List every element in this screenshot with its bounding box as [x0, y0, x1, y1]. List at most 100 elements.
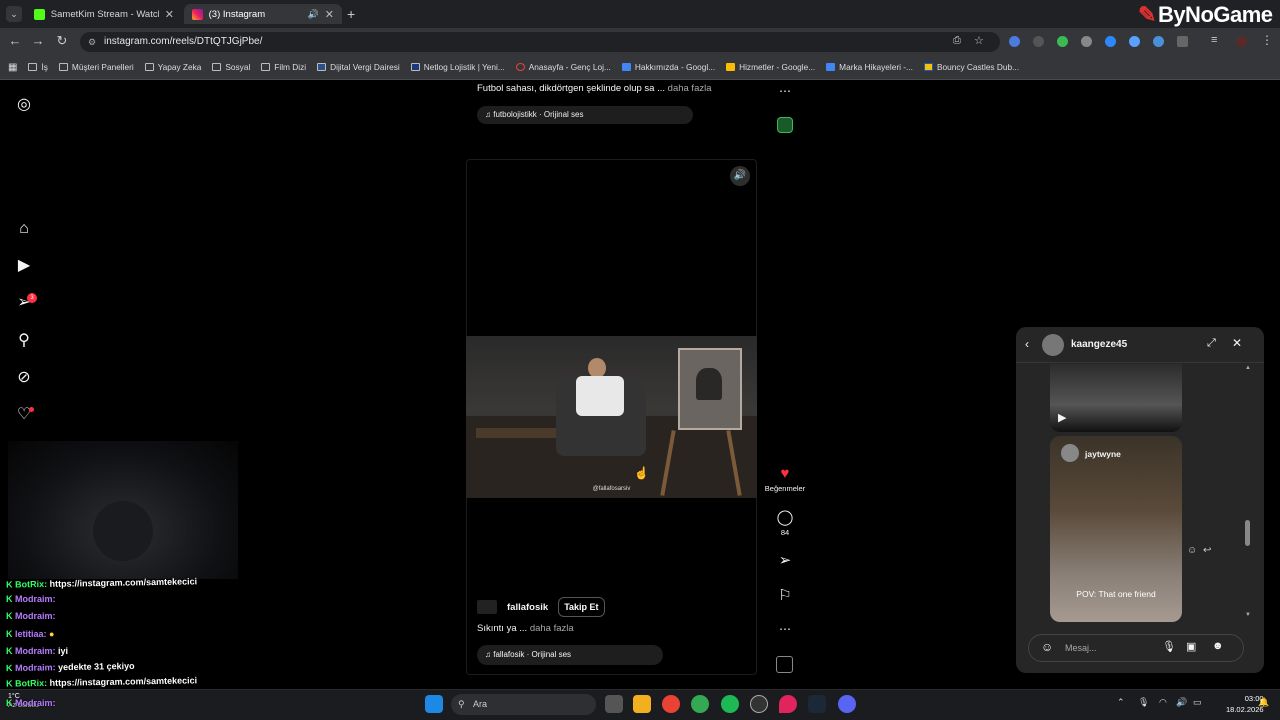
audio-thumbnail[interactable]	[776, 656, 793, 673]
sticker-icon[interactable]: ☻	[1212, 640, 1224, 652]
shield-extension-icon[interactable]	[1057, 36, 1068, 47]
close-icon[interactable]: ✕	[1232, 336, 1242, 350]
instagram-logo-icon[interactable]: ◎	[14, 95, 34, 115]
emoji-icon[interactable]: ☺	[1041, 640, 1053, 654]
extension-icon[interactable]	[1129, 36, 1140, 47]
site-info-icon[interactable]: ⚙	[88, 32, 96, 52]
download-extension-icon[interactable]	[1153, 36, 1164, 47]
task-view-icon[interactable]	[605, 695, 623, 713]
scroll-down-icon[interactable]: ▼	[1245, 612, 1251, 618]
extension-icon[interactable]	[1105, 36, 1116, 47]
speaker-icon[interactable]: 🔊	[308, 9, 319, 20]
close-icon[interactable]: ✕	[325, 8, 334, 21]
url-input[interactable]: ⚙ instagram.com/reels/DTtQTJGjPbe/	[80, 32, 1000, 52]
scroll-up-icon[interactable]: ▲	[1245, 365, 1251, 371]
apps-icon[interactable]: ▦	[8, 62, 17, 73]
back-button[interactable]: ←	[6, 33, 24, 48]
bookmark-link[interactable]: Hizmetler - Google...	[726, 62, 815, 72]
reels-icon[interactable]: ▶	[14, 256, 34, 276]
volume-icon[interactable]: 🔊	[1176, 697, 1187, 708]
tab-title: SametKim Stream - Watch Live	[50, 8, 159, 20]
bookmark-link[interactable]: Anasayfa - Genç Loj...	[515, 62, 611, 72]
emoji-react-icon[interactable]: ☺	[1187, 545, 1197, 556]
reply-icon[interactable]: ↩	[1203, 545, 1211, 556]
new-tab-button[interactable]: +	[347, 6, 355, 22]
home-icon[interactable]: ⌂	[14, 219, 34, 239]
more-link[interactable]: daha fazla	[530, 623, 574, 634]
video-frame[interactable]: @fallafosarsiv	[466, 336, 757, 498]
image-icon[interactable]: ▣	[1186, 640, 1196, 653]
extension-icon[interactable]	[1033, 36, 1044, 47]
bookmark-link[interactable]: Hakkımızda - Googl...	[621, 62, 715, 72]
app-icon[interactable]	[750, 695, 768, 713]
avatar[interactable]	[1042, 334, 1064, 356]
bookmark-link[interactable]: Marka Hikayeleri -...	[826, 62, 913, 72]
audio-thumbnail[interactable]	[777, 117, 793, 133]
bookmark-folder[interactable]: Müşteri Panelleri	[58, 62, 134, 72]
send-icon: ➢	[778, 552, 792, 569]
windows-start-icon[interactable]	[425, 695, 443, 713]
forward-button[interactable]: →	[29, 33, 47, 48]
tab-search-icon[interactable]: ≡	[1211, 34, 1217, 46]
profile-avatar[interactable]	[1236, 36, 1247, 47]
bookmark-star-icon[interactable]: ☆	[974, 34, 984, 47]
microphone-icon[interactable]: 🎙	[1162, 640, 1176, 653]
bookmark-folder[interactable]: Sosyal	[212, 62, 250, 72]
volume-button[interactable]: 🔊	[730, 166, 750, 186]
bookmark-link[interactable]: Dijital Vergi Dairesi	[317, 62, 400, 72]
bookmark-folder[interactable]: İş	[28, 62, 48, 72]
taskbar-search[interactable]: ⚲ Ara	[451, 694, 596, 715]
share-button[interactable]: ➢	[770, 551, 800, 569]
previous-reel-audio[interactable]: ♫ futbolojistikk · Orijinal ses	[477, 106, 693, 124]
bookmark-link[interactable]: Netlog Lojistik | Yeni...	[410, 62, 505, 72]
chrome-icon[interactable]	[662, 695, 680, 713]
close-icon[interactable]: ✕	[165, 8, 174, 21]
back-icon[interactable]: ‹	[1025, 337, 1029, 351]
search-icon[interactable]: ⚲	[14, 331, 34, 351]
chevron-up-icon[interactable]: ⌃	[1117, 697, 1125, 708]
wifi-icon[interactable]: ◠	[1159, 697, 1167, 708]
tab-stream[interactable]: SametKim Stream - Watch Live ✕	[26, 4, 182, 24]
bookmark-folder[interactable]: Film Dizi	[261, 62, 306, 72]
flag-icon	[923, 63, 933, 71]
tab-search-button[interactable]: ⌄	[6, 6, 22, 22]
camera-extension-icon[interactable]	[1081, 36, 1092, 47]
shared-reel-preview[interactable]	[1050, 364, 1182, 432]
more-options-icon[interactable]: ⋯	[770, 84, 800, 98]
bookmark-link[interactable]: Bouncy Castles Dub...	[923, 62, 1019, 72]
explore-icon[interactable]: ⊘	[14, 368, 34, 388]
maps-pin-icon[interactable]	[779, 695, 797, 713]
discord-icon[interactable]	[838, 695, 856, 713]
file-explorer-icon[interactable]	[633, 695, 651, 713]
folder-icon	[28, 63, 38, 71]
comment-button[interactable]: ◯ 84	[770, 508, 800, 537]
author-name[interactable]: fallafosik	[507, 602, 548, 613]
microphone-icon[interactable]: 🎙	[1138, 697, 1149, 708]
expand-icon[interactable]: ⤢	[1207, 337, 1216, 350]
author-avatar[interactable]	[477, 600, 497, 614]
reel-audio[interactable]: ♫ fallafosik · Orijinal ses	[477, 645, 663, 665]
spotify-icon[interactable]	[721, 695, 739, 713]
kick-icon	[34, 8, 45, 20]
notification-dot	[29, 407, 34, 412]
steam-icon[interactable]	[808, 695, 826, 713]
shared-post-author[interactable]: jaytwyne	[1085, 449, 1121, 459]
puzzle-icon[interactable]	[1177, 36, 1188, 47]
notifications-icon[interactable]: 🔔	[1258, 697, 1269, 708]
more-options-icon[interactable]: ⋯	[770, 622, 800, 636]
menu-icon[interactable]: ⋮	[1261, 33, 1273, 47]
battery-icon[interactable]: ▭	[1193, 697, 1202, 708]
save-button[interactable]: ⚐	[770, 586, 800, 604]
like-button[interactable]: ♥ Beğenmeler	[765, 465, 805, 493]
chrome-icon[interactable]	[691, 695, 709, 713]
dm-username[interactable]: kaangeze45	[1071, 339, 1127, 350]
google-icon	[515, 63, 525, 71]
tab-instagram[interactable]: (3) Instagram 🔊 ✕	[184, 4, 342, 24]
reload-button[interactable]: ↻	[53, 33, 71, 49]
install-icon[interactable]: ⎙	[953, 35, 961, 46]
dm-scrollbar[interactable]	[1245, 520, 1250, 546]
bookmark-folder[interactable]: Yapay Zeka	[144, 62, 201, 72]
more-link[interactable]: daha fazla	[668, 83, 712, 94]
extension-icon[interactable]	[1009, 36, 1020, 47]
follow-button[interactable]: Takip Et	[558, 597, 605, 617]
